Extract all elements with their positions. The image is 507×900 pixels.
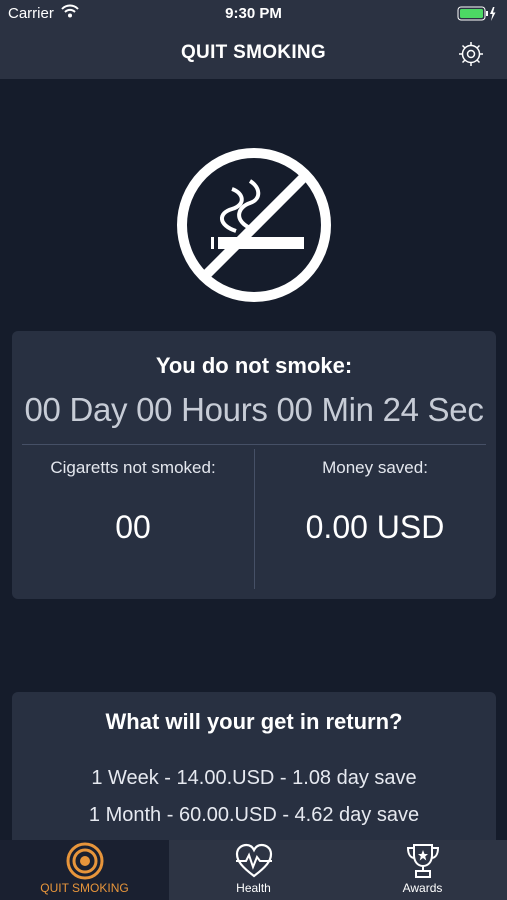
nav-bar: QUIT SMOKING	[0, 28, 507, 79]
smoke-free-card: You do not smoke: 00 Day 00 Hours 00 Min…	[12, 331, 496, 599]
gear-icon[interactable]	[457, 40, 485, 68]
return-row: 1 Week - 14.00.USD - 1.08 day save	[91, 767, 417, 789]
tab-awards[interactable]: Awards	[338, 840, 507, 900]
tab-bar: QUIT SMOKING Health Awards	[0, 840, 507, 900]
you-do-not-smoke-label: You do not smoke:	[155, 353, 353, 378]
tab-label: Awards	[402, 881, 443, 895]
status-time: 9:30 PM	[225, 5, 282, 22]
status-bar: Carrier 9:30 PM	[0, 0, 507, 28]
tab-health[interactable]: Health	[169, 840, 338, 900]
returns-card: What will your get in return? 1 Week - 1…	[12, 692, 496, 852]
money-saved-label: Money saved:	[322, 458, 428, 477]
target-icon	[66, 842, 103, 880]
battery-icon	[457, 6, 497, 26]
cigarettes-label: Cigaretts not smoked:	[50, 458, 216, 477]
tab-label: QUIT SMOKING	[40, 881, 129, 895]
divider	[22, 444, 486, 445]
money-saved-value: 0.00 USD	[305, 509, 445, 545]
tab-quit-smoking[interactable]: QUIT SMOKING	[0, 840, 169, 900]
cigarettes-value: 00	[115, 509, 151, 545]
heart-pulse-icon	[235, 843, 272, 878]
return-row: 1 Month - 60.00.USD - 4.62 day save	[88, 804, 420, 826]
no-smoking-icon	[174, 145, 334, 305]
page-title: QUIT SMOKING	[180, 42, 327, 63]
tab-label: Health	[236, 881, 271, 895]
smoke-free-timer: 00 Day 00 Hours 00 Min 24 Sec	[24, 391, 484, 428]
returns-title: What will your get in return?	[105, 709, 403, 734]
trophy-icon	[406, 844, 439, 878]
